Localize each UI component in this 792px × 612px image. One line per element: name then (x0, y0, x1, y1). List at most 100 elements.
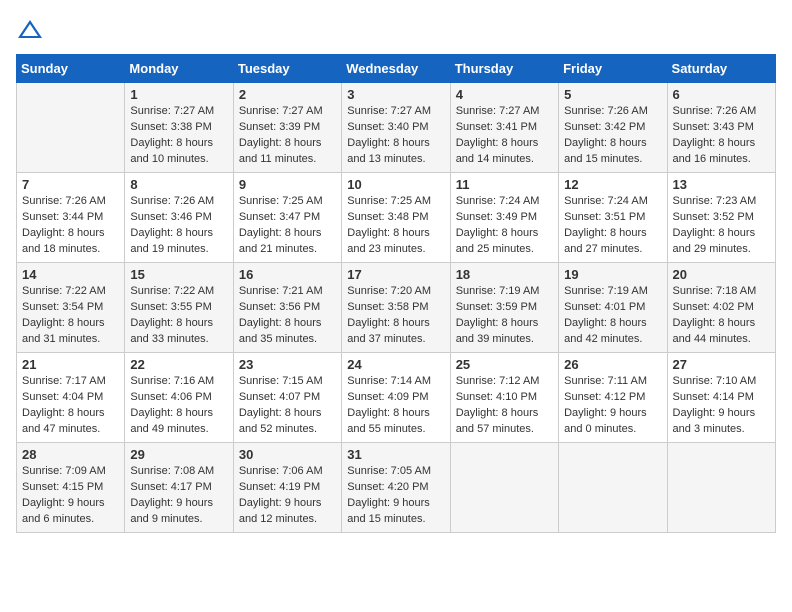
day-info: Sunrise: 7:26 AM Sunset: 3:43 PM Dayligh… (673, 104, 770, 168)
day-number: 5 (564, 87, 661, 102)
weekday-header-friday: Friday (559, 55, 667, 83)
day-info: Sunrise: 7:05 AM Sunset: 4:20 PM Dayligh… (347, 464, 444, 528)
day-info: Sunrise: 7:17 AM Sunset: 4:04 PM Dayligh… (22, 374, 119, 438)
day-number: 18 (456, 267, 553, 282)
day-info: Sunrise: 7:12 AM Sunset: 4:10 PM Dayligh… (456, 374, 553, 438)
calendar-cell (17, 83, 125, 173)
calendar-cell: 17 Sunrise: 7:20 AM Sunset: 3:58 PM Dayli… (342, 263, 450, 353)
day-info: Sunrise: 7:19 AM Sunset: 4:01 PM Dayligh… (564, 284, 661, 348)
page-header (16, 16, 776, 44)
day-info: Sunrise: 7:19 AM Sunset: 3:59 PM Dayligh… (456, 284, 553, 348)
day-info: Sunrise: 7:15 AM Sunset: 4:07 PM Dayligh… (239, 374, 336, 438)
calendar-week-row: 7Sunrise: 7:26 AM Sunset: 3:44 PM Daylig… (17, 173, 776, 263)
calendar-cell: 11 Sunrise: 7:24 AM Sunset: 3:49 PM Dayli… (450, 173, 558, 263)
day-number: 27 (673, 357, 770, 372)
day-info: Sunrise: 7:26 AM Sunset: 3:46 PM Dayligh… (130, 194, 227, 258)
calendar-cell: 22 Sunrise: 7:16 AM Sunset: 4:06 PM Dayli… (125, 353, 233, 443)
weekday-header-thursday: Thursday (450, 55, 558, 83)
day-info: Sunrise: 7:06 AM Sunset: 4:19 PM Dayligh… (239, 464, 336, 528)
weekday-header-monday: Monday (125, 55, 233, 83)
calendar-cell: 13Sunrise: 7:23 AM Sunset: 3:52 PM Dayli… (667, 173, 775, 263)
day-number: 8 (130, 177, 227, 192)
calendar-cell: 24Sunrise: 7:14 AM Sunset: 4:09 PM Dayli… (342, 353, 450, 443)
weekday-header-sunday: Sunday (17, 55, 125, 83)
calendar-week-row: 28 Sunrise: 7:09 AM Sunset: 4:15 PM Dayli… (17, 443, 776, 533)
day-info: Sunrise: 7:09 AM Sunset: 4:15 PM Dayligh… (22, 464, 119, 528)
calendar-cell: 6Sunrise: 7:26 AM Sunset: 3:43 PM Daylig… (667, 83, 775, 173)
day-number: 31 (347, 447, 444, 462)
day-info: Sunrise: 7:21 AM Sunset: 3:56 PM Dayligh… (239, 284, 336, 348)
day-number: 16 (239, 267, 336, 282)
weekday-header-saturday: Saturday (667, 55, 775, 83)
day-info: Sunrise: 7:26 AM Sunset: 3:42 PM Dayligh… (564, 104, 661, 168)
day-number: 19 (564, 267, 661, 282)
calendar-cell: 31 Sunrise: 7:05 AM Sunset: 4:20 PM Dayli… (342, 443, 450, 533)
day-info: Sunrise: 7:27 AM Sunset: 3:39 PM Dayligh… (239, 104, 336, 168)
calendar-cell: 27 Sunrise: 7:10 AM Sunset: 4:14 PM Dayli… (667, 353, 775, 443)
calendar-cell: 10 Sunrise: 7:25 AM Sunset: 3:48 PM Dayli… (342, 173, 450, 263)
day-info: Sunrise: 7:24 AM Sunset: 3:51 PM Dayligh… (564, 194, 661, 258)
day-info: Sunrise: 7:23 AM Sunset: 3:52 PM Dayligh… (673, 194, 770, 258)
calendar-week-row: 1Sunrise: 7:27 AM Sunset: 3:38 PM Daylig… (17, 83, 776, 173)
day-number: 17 (347, 267, 444, 282)
calendar-cell: 9Sunrise: 7:25 AM Sunset: 3:47 PM Daylig… (233, 173, 341, 263)
day-info: Sunrise: 7:25 AM Sunset: 3:48 PM Dayligh… (347, 194, 444, 258)
day-number: 30 (239, 447, 336, 462)
day-info: Sunrise: 7:24 AM Sunset: 3:49 PM Dayligh… (456, 194, 553, 258)
calendar-cell: 25Sunrise: 7:12 AM Sunset: 4:10 PM Dayli… (450, 353, 558, 443)
day-number: 29 (130, 447, 227, 462)
calendar-cell: 1Sunrise: 7:27 AM Sunset: 3:38 PM Daylig… (125, 83, 233, 173)
logo (16, 16, 48, 44)
day-number: 2 (239, 87, 336, 102)
day-number: 28 (22, 447, 119, 462)
day-number: 9 (239, 177, 336, 192)
day-info: Sunrise: 7:27 AM Sunset: 3:41 PM Dayligh… (456, 104, 553, 168)
day-number: 4 (456, 87, 553, 102)
calendar-table: SundayMondayTuesdayWednesdayThursdayFrid… (16, 54, 776, 533)
weekday-header-row: SundayMondayTuesdayWednesdayThursdayFrid… (17, 55, 776, 83)
day-info: Sunrise: 7:10 AM Sunset: 4:14 PM Dayligh… (673, 374, 770, 438)
calendar-cell: 5 Sunrise: 7:26 AM Sunset: 3:42 PM Daylig… (559, 83, 667, 173)
day-number: 22 (130, 357, 227, 372)
day-number: 11 (456, 177, 553, 192)
calendar-cell (559, 443, 667, 533)
calendar-cell: 19 Sunrise: 7:19 AM Sunset: 4:01 PM Dayli… (559, 263, 667, 353)
weekday-header-wednesday: Wednesday (342, 55, 450, 83)
calendar-cell: 16 Sunrise: 7:21 AM Sunset: 3:56 PM Dayli… (233, 263, 341, 353)
day-info: Sunrise: 7:20 AM Sunset: 3:58 PM Dayligh… (347, 284, 444, 348)
calendar-cell: 29 Sunrise: 7:08 AM Sunset: 4:17 PM Dayli… (125, 443, 233, 533)
day-info: Sunrise: 7:27 AM Sunset: 3:40 PM Dayligh… (347, 104, 444, 168)
calendar-cell: 18 Sunrise: 7:19 AM Sunset: 3:59 PM Dayli… (450, 263, 558, 353)
day-info: Sunrise: 7:22 AM Sunset: 3:54 PM Dayligh… (22, 284, 119, 348)
calendar-cell (667, 443, 775, 533)
day-number: 3 (347, 87, 444, 102)
day-number: 26 (564, 357, 661, 372)
day-number: 1 (130, 87, 227, 102)
day-info: Sunrise: 7:14 AM Sunset: 4:09 PM Dayligh… (347, 374, 444, 438)
calendar-week-row: 14 Sunrise: 7:22 AM Sunset: 3:54 PM Dayli… (17, 263, 776, 353)
calendar-cell: 3 Sunrise: 7:27 AM Sunset: 3:40 PM Daylig… (342, 83, 450, 173)
day-info: Sunrise: 7:22 AM Sunset: 3:55 PM Dayligh… (130, 284, 227, 348)
calendar-cell: 26 Sunrise: 7:11 AM Sunset: 4:12 PM Dayli… (559, 353, 667, 443)
day-number: 10 (347, 177, 444, 192)
logo-icon (16, 16, 44, 44)
day-info: Sunrise: 7:26 AM Sunset: 3:44 PM Dayligh… (22, 194, 119, 258)
day-info: Sunrise: 7:16 AM Sunset: 4:06 PM Dayligh… (130, 374, 227, 438)
day-number: 15 (130, 267, 227, 282)
day-info: Sunrise: 7:18 AM Sunset: 4:02 PM Dayligh… (673, 284, 770, 348)
weekday-header-tuesday: Tuesday (233, 55, 341, 83)
day-number: 14 (22, 267, 119, 282)
calendar-cell: 7Sunrise: 7:26 AM Sunset: 3:44 PM Daylig… (17, 173, 125, 263)
calendar-cell: 12Sunrise: 7:24 AM Sunset: 3:51 PM Dayli… (559, 173, 667, 263)
calendar-cell: 30 Sunrise: 7:06 AM Sunset: 4:19 PM Dayli… (233, 443, 341, 533)
calendar-cell: 14 Sunrise: 7:22 AM Sunset: 3:54 PM Dayli… (17, 263, 125, 353)
calendar-cell (450, 443, 558, 533)
calendar-cell: 8 Sunrise: 7:26 AM Sunset: 3:46 PM Daylig… (125, 173, 233, 263)
calendar-week-row: 21 Sunrise: 7:17 AM Sunset: 4:04 PM Dayli… (17, 353, 776, 443)
day-number: 21 (22, 357, 119, 372)
day-info: Sunrise: 7:08 AM Sunset: 4:17 PM Dayligh… (130, 464, 227, 528)
calendar-cell: 4 Sunrise: 7:27 AM Sunset: 3:41 PM Daylig… (450, 83, 558, 173)
calendar-cell: 15 Sunrise: 7:22 AM Sunset: 3:55 PM Dayli… (125, 263, 233, 353)
day-info: Sunrise: 7:11 AM Sunset: 4:12 PM Dayligh… (564, 374, 661, 438)
calendar-cell: 23Sunrise: 7:15 AM Sunset: 4:07 PM Dayli… (233, 353, 341, 443)
